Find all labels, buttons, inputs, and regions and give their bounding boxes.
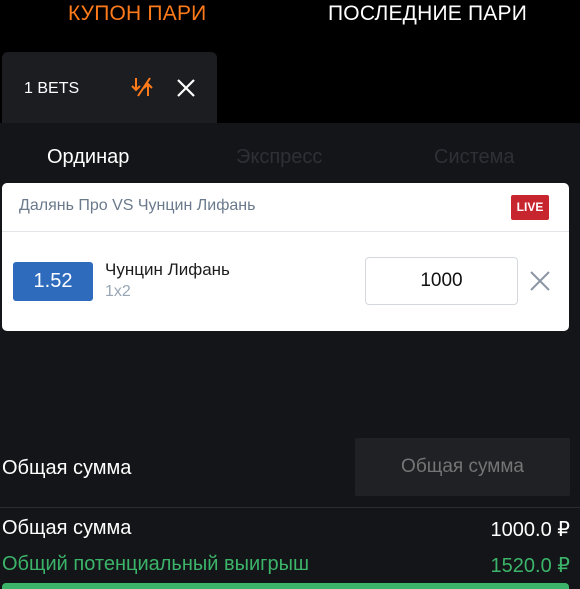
total-stake-input[interactable] — [355, 438, 570, 496]
market-label: 1x2 — [105, 283, 131, 300]
sort-arrows-icon[interactable] — [130, 74, 156, 100]
remove-bet-icon[interactable] — [526, 267, 554, 295]
bet-card-header: Далянь Про VS Чунцин Лифань LIVE — [2, 183, 569, 232]
summary-total-label: Общая сумма — [2, 517, 132, 539]
odds-button[interactable]: 1.52 — [13, 262, 93, 301]
summary-win-label: Общий потенциальный выигрыш — [2, 553, 309, 575]
bets-count-label: 1 BETS — [24, 80, 80, 97]
close-icon[interactable] — [174, 76, 198, 100]
summary-total-value: 1000.0 ₽ — [490, 519, 570, 541]
total-stake-row: Общая сумма — [0, 436, 580, 508]
bet-card: Далянь Про VS Чунцин Лифань LIVE 1.52 Чу… — [2, 183, 569, 331]
tab-system[interactable]: Система — [434, 146, 515, 169]
bet-mode-tabs: Ординар Экспресс Система — [0, 142, 580, 174]
tab-single[interactable]: Ординар — [47, 146, 129, 169]
summary-win-value: 1520.0 ₽ — [490, 555, 570, 577]
selection-name: Чунцин Лифань — [105, 260, 230, 279]
tab-last-bets[interactable]: ПОСЛЕДНИЕ ПАРИ — [328, 2, 527, 26]
bets-row: 1 BETS — [0, 40, 580, 163]
place-bet-button[interactable] — [2, 583, 569, 589]
tab-coupon[interactable]: КУПОН ПАРИ — [68, 2, 206, 26]
tab-express[interactable]: Экспресс — [236, 146, 322, 169]
match-title: Далянь Про VS Чунцин Лифань — [19, 197, 256, 214]
stake-input[interactable] — [365, 257, 518, 305]
top-tabs: КУПОН ПАРИ ПОСЛЕДНИЕ ПАРИ — [0, 0, 580, 40]
live-badge: LIVE — [511, 195, 549, 220]
total-stake-label: Общая сумма — [2, 457, 132, 479]
